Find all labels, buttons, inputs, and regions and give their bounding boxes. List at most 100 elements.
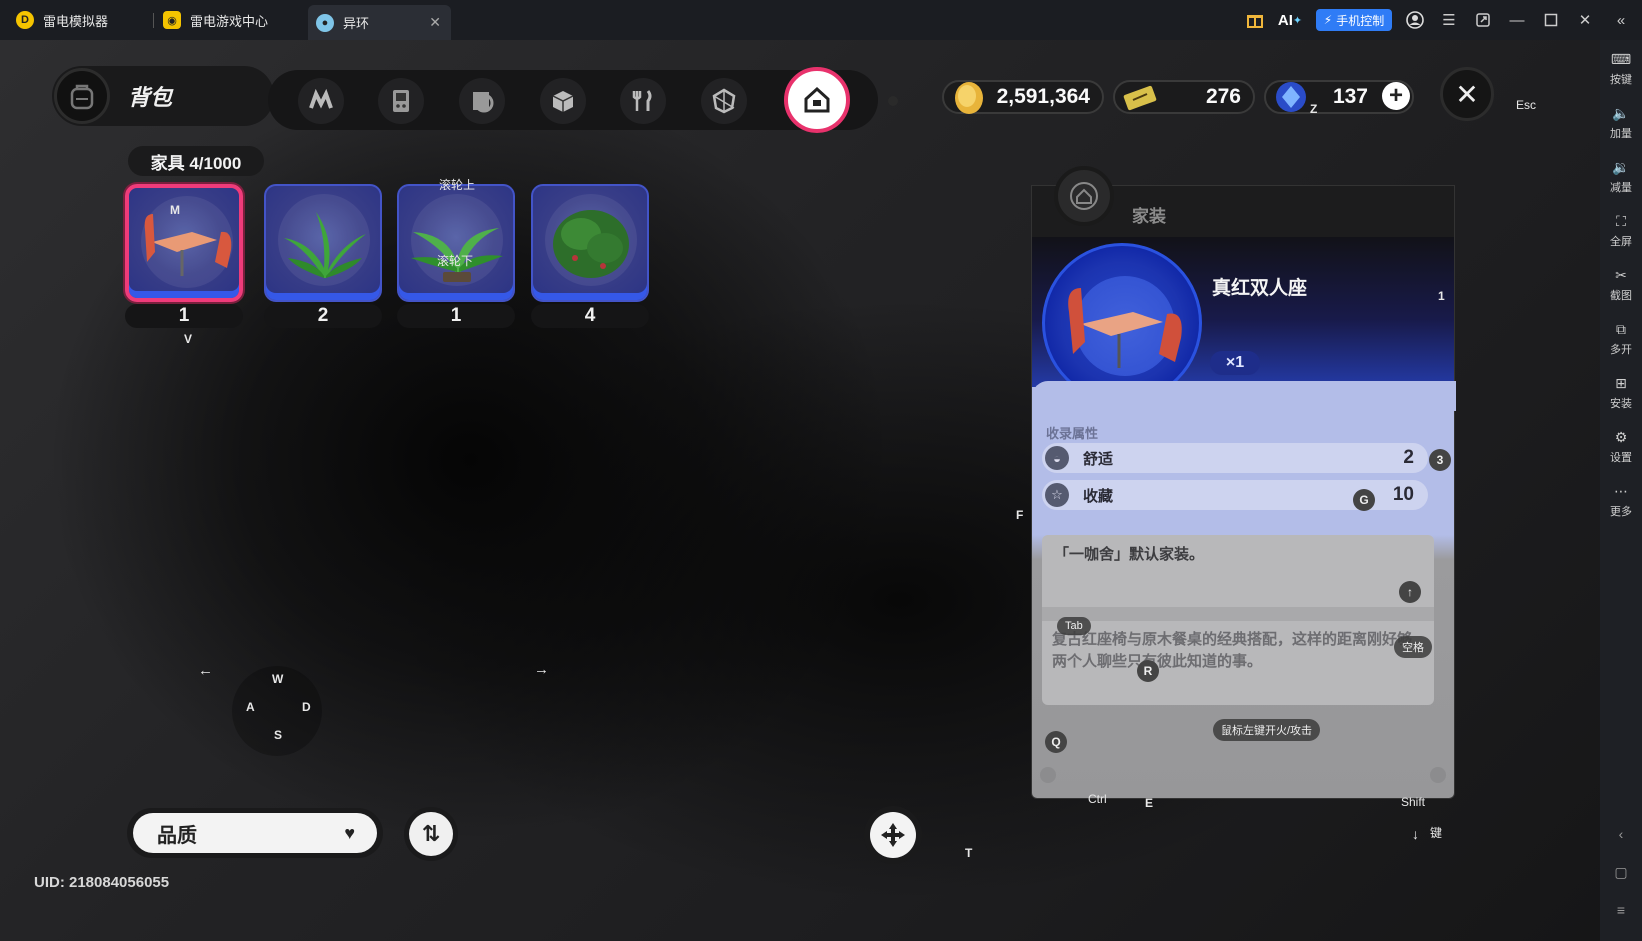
sidebar-item-multi-instance[interactable]: ⧉ 多开	[1600, 314, 1642, 364]
table-chairs-icon	[144, 214, 232, 276]
sidebar-item-fullscreen[interactable]: ⛶ 全屏	[1600, 206, 1642, 256]
description-short: 「一咖舍」默认家装。	[1054, 546, 1205, 563]
move-crosshair-button[interactable]	[864, 806, 922, 864]
player-uid: UID: 218084056055	[34, 874, 170, 891]
sidebar-item-more[interactable]: ⋯ 更多	[1600, 476, 1642, 526]
tab-separator	[153, 13, 154, 28]
key-hint-up-arrow: ↑	[1399, 581, 1421, 603]
gift-icon[interactable]	[1244, 9, 1266, 31]
key-hint-f: F	[1016, 508, 1024, 522]
keyboard-icon: ⌨	[1610, 51, 1632, 67]
home-nav-icon[interactable]: ▢	[1611, 862, 1631, 882]
attribute-value: 2	[1403, 447, 1414, 468]
quality-label: 品质	[157, 824, 197, 847]
ai-label: AI	[1277, 11, 1293, 29]
item-medal	[1042, 243, 1202, 403]
key-hint-down-arrow: ↓	[1412, 826, 1419, 842]
inventory-slot-table-chairs[interactable]	[125, 184, 243, 302]
collapse-sidebar-icon[interactable]: «	[1610, 9, 1632, 31]
key-hint-down-key: 键	[1430, 826, 1443, 840]
quality-sort-dropdown[interactable]: 品质 ♥	[127, 808, 383, 858]
corner-dot	[1040, 767, 1056, 783]
category-food-icon[interactable]	[620, 78, 666, 124]
restore-window-icon[interactable]	[1472, 9, 1494, 31]
key-hint-ctrl: Ctrl	[1088, 792, 1107, 806]
sidebar-item-screenshot[interactable]: ✂ 截图	[1600, 260, 1642, 310]
category-box-icon[interactable]	[540, 78, 586, 124]
sidebar-item-volume-down[interactable]: 🔉 减量	[1600, 152, 1642, 202]
close-tab-icon[interactable]: ✕	[429, 14, 441, 31]
inventory-slot-fern[interactable]	[264, 184, 382, 302]
back-nav-icon[interactable]: ‹	[1611, 824, 1631, 844]
palm-plant-icon	[411, 228, 503, 282]
description-divider	[1042, 607, 1434, 621]
menu-icon[interactable]: ☰	[1438, 9, 1460, 31]
maximize-icon[interactable]	[1540, 9, 1562, 31]
gold-currency: 2,591,364	[942, 80, 1104, 114]
sidebar-item-volume-up[interactable]: 🔈 加量	[1600, 98, 1642, 148]
category-gem-icon[interactable]	[701, 78, 747, 124]
key-hint-r: R	[1137, 660, 1159, 682]
quality-dropdown-inner: 品质 ♥	[133, 813, 377, 853]
category-all-icon[interactable]	[298, 78, 344, 124]
key-hint-space: 空格	[1394, 636, 1432, 658]
crystal-icon	[1276, 82, 1306, 112]
minimize-icon[interactable]: —	[1506, 9, 1528, 31]
phone-control-label: 手机控制	[1336, 13, 1385, 28]
slot-count: 1	[125, 304, 243, 328]
close-bag-button[interactable]: ✕	[1440, 67, 1494, 121]
dropdown-heart-arrow-icon: ♥	[344, 823, 355, 843]
inventory-slot-palm[interactable]	[397, 184, 515, 302]
close-window-icon[interactable]: ✕	[1574, 9, 1596, 31]
add-currency-button[interactable]: +	[1382, 82, 1410, 110]
bag-title: 背包	[128, 85, 173, 110]
sidebar-item-label: 截图	[1610, 290, 1632, 302]
sidebar-item-label: 加量	[1610, 128, 1632, 140]
sidebar-item-label: 安装	[1610, 398, 1632, 410]
category-device-icon[interactable]	[378, 78, 424, 124]
bag-header: 背包	[52, 66, 274, 126]
home-decor-icon	[1054, 166, 1114, 226]
recents-nav-icon[interactable]: ≡	[1611, 900, 1631, 920]
scissors-icon: ✂	[1615, 267, 1627, 283]
crosshair-icon	[870, 812, 916, 858]
key-hint-esc: Esc	[1516, 98, 1537, 112]
sidebar-item-settings[interactable]: ⚙ 设置	[1600, 422, 1642, 472]
category-furniture-active-icon[interactable]	[784, 67, 850, 133]
key-hint-scroll-up: 滚轮上	[439, 178, 476, 192]
sidebar-item-label: 多开	[1610, 344, 1632, 356]
sidebar-item-label: 全屏	[1610, 236, 1632, 248]
sidebar-item-label: 减量	[1610, 182, 1632, 194]
item-detail-panel: 家装 真红双人座 ×1 1 2 收录属性 ◒ 舒适 2	[1031, 166, 1456, 799]
tab-label: 异环	[343, 16, 370, 31]
attribute-name: 舒适	[1083, 450, 1114, 468]
account-icon[interactable]	[1404, 9, 1426, 31]
backpack-icon	[54, 68, 110, 124]
ticket-icon	[1123, 85, 1157, 111]
key-hint-z: Z	[1310, 102, 1318, 116]
gamepad-icon: ◉	[163, 11, 181, 29]
key-hint-e: E	[1145, 796, 1154, 810]
ticket-amount: 276	[1205, 85, 1241, 108]
sidebar-item-keymap[interactable]: ⌨ 按键	[1600, 44, 1642, 94]
settings-icon: ⚙	[1614, 429, 1628, 445]
ai-icon[interactable]: AI ✦	[1276, 9, 1304, 31]
slot-count: 2	[264, 304, 382, 328]
phone-control-button[interactable]: ⚡ 手机控制	[1316, 9, 1392, 31]
comfort-icon: ◒	[1045, 446, 1069, 470]
key-hint-w: W	[272, 672, 284, 686]
inventory-slot-bush[interactable]	[531, 184, 649, 302]
slot-count: 4	[531, 304, 649, 328]
sidebar-item-install[interactable]: ⊞ 安装	[1600, 368, 1642, 418]
furniture-count-label: 家具 4/1000	[128, 146, 264, 176]
tab-game-center[interactable]: ◉ 雷电游戏中心	[163, 0, 303, 40]
key-hint-a: A	[246, 700, 255, 714]
category-disc-icon[interactable]	[459, 78, 505, 124]
game-viewport: 背包 2,591,364 276 137 + ✕ Z Esc 家具 4/1000…	[0, 40, 1600, 941]
detail-hero: 真红双人座 ×1 1 2	[1031, 237, 1455, 412]
sort-order-button[interactable]: ⇅	[404, 807, 458, 861]
tab-game-active[interactable]: ● 异环 ✕	[308, 5, 451, 40]
key-hint-scroll-down: 滚轮下	[437, 254, 474, 268]
tab-ldplayer[interactable]: D 雷电模拟器	[16, 0, 156, 40]
page-dot	[888, 96, 898, 106]
